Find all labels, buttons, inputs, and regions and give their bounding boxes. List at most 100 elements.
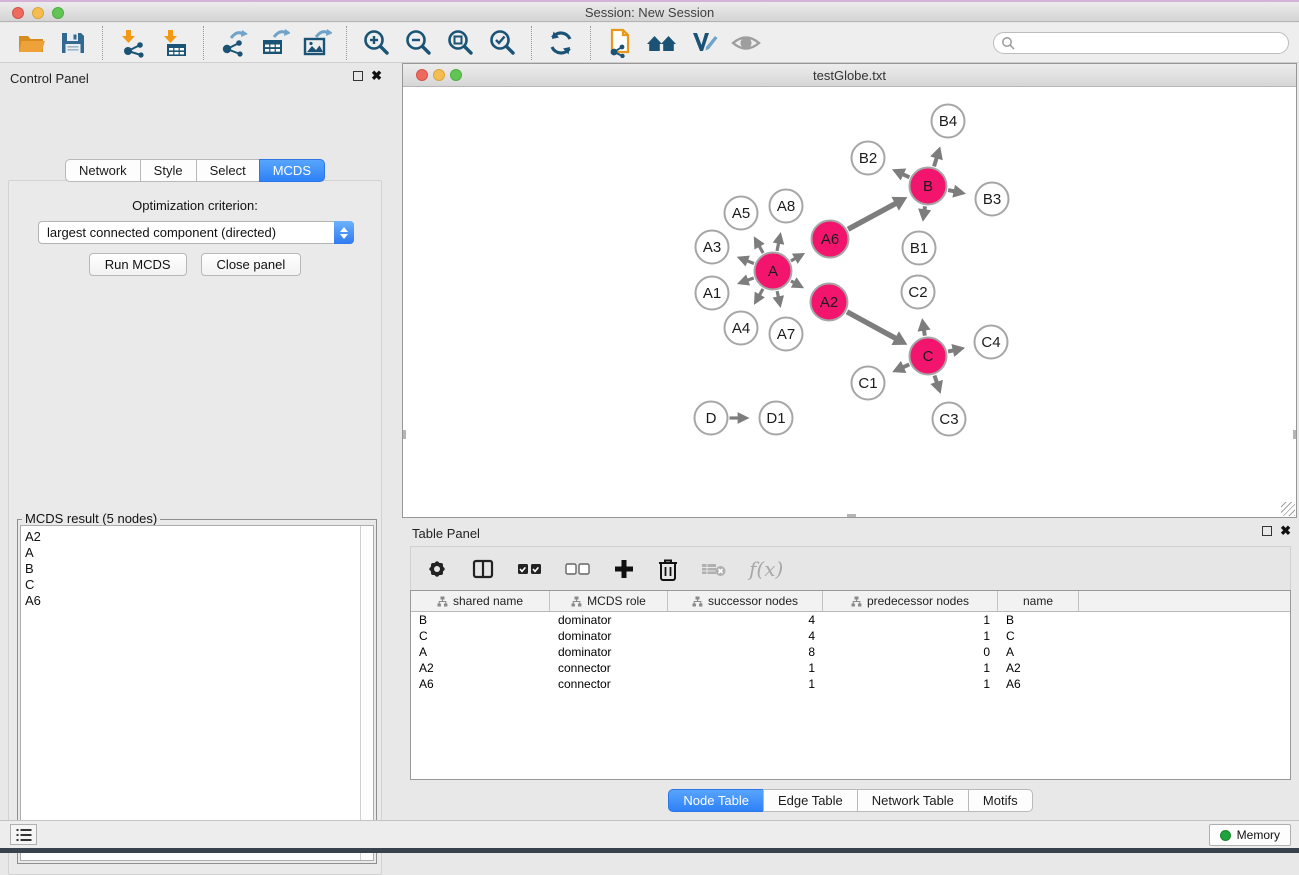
table-row[interactable]: Bdominator41B bbox=[411, 612, 1290, 628]
close-panel-button[interactable]: Close panel bbox=[201, 253, 302, 276]
table-cell[interactable]: A2 bbox=[411, 661, 550, 675]
tab-motifs[interactable]: Motifs bbox=[968, 789, 1033, 812]
table-cell[interactable]: 0 bbox=[823, 645, 998, 659]
show-hide-eye-icon[interactable] bbox=[730, 27, 762, 59]
mcds-result-list[interactable]: A2ABCA6 bbox=[20, 525, 374, 861]
close-panel-icon[interactable]: ✖ bbox=[1280, 526, 1291, 536]
window-titlebar: Session: New Session bbox=[0, 2, 1299, 22]
clone-network-icon[interactable] bbox=[604, 27, 636, 59]
network-canvas[interactable]: B4B2BB3A5A8A6A3B1AA1C2A2A4A7C4CC1C3DD1 bbox=[403, 88, 1296, 517]
scrollbar[interactable] bbox=[360, 526, 373, 860]
table-row[interactable]: A6connector11A6 bbox=[411, 676, 1290, 692]
task-history-button[interactable] bbox=[10, 824, 37, 845]
table-row[interactable]: A2connector11A2 bbox=[411, 660, 1290, 676]
zoom-out-icon[interactable] bbox=[402, 27, 434, 59]
graph-edge-A2-C[interactable] bbox=[847, 312, 897, 339]
resize-grip[interactable] bbox=[1281, 502, 1295, 516]
zoom-in-icon[interactable] bbox=[360, 27, 392, 59]
home-icon[interactable] bbox=[646, 27, 678, 59]
table-row[interactable]: Cdominator41C bbox=[411, 628, 1290, 644]
attribute-icon bbox=[437, 596, 448, 607]
graph-node-label: C bbox=[923, 348, 934, 365]
table-cell[interactable]: 8 bbox=[668, 645, 823, 659]
delete-column-icon[interactable] bbox=[657, 557, 679, 581]
table-cell[interactable]: 4 bbox=[668, 613, 823, 627]
style-edit-icon[interactable] bbox=[688, 27, 720, 59]
tab-node-table[interactable]: Node Table bbox=[668, 789, 764, 812]
graph-edge-A6-B[interactable] bbox=[848, 203, 897, 229]
column-header-name[interactable]: name bbox=[998, 591, 1079, 611]
tab-mcds[interactable]: MCDS bbox=[259, 159, 325, 182]
export-table-icon[interactable] bbox=[259, 27, 291, 59]
mcds-result-item[interactable]: A bbox=[25, 545, 373, 561]
zoom-fit-icon[interactable] bbox=[444, 27, 476, 59]
table-cell[interactable]: B bbox=[998, 613, 1079, 627]
mcds-result-item[interactable]: A2 bbox=[25, 529, 373, 545]
select-all-icon[interactable] bbox=[517, 561, 543, 577]
frame-handle[interactable] bbox=[1293, 430, 1296, 439]
frame-handle[interactable] bbox=[403, 430, 406, 439]
import-network-icon[interactable] bbox=[116, 27, 148, 59]
table-cell[interactable]: connector bbox=[550, 677, 668, 691]
network-window-titlebar[interactable]: testGlobe.txt bbox=[403, 64, 1296, 87]
float-panel-icon[interactable] bbox=[1262, 526, 1272, 536]
column-header-MCDS-role[interactable]: MCDS role bbox=[550, 591, 668, 611]
tab-network[interactable]: Network bbox=[65, 159, 141, 182]
float-panel-icon[interactable] bbox=[353, 71, 363, 81]
table-cell[interactable]: A2 bbox=[998, 661, 1079, 675]
criterion-select[interactable]: largest connected component (directed) bbox=[38, 221, 354, 244]
export-image-icon[interactable] bbox=[301, 27, 333, 59]
table-cell[interactable]: A bbox=[411, 645, 550, 659]
table-cell[interactable]: 1 bbox=[823, 629, 998, 643]
open-session-icon[interactable] bbox=[15, 27, 47, 59]
toolbar-separator bbox=[531, 26, 532, 60]
frame-handle[interactable] bbox=[847, 514, 856, 517]
zoom-selected-icon[interactable] bbox=[486, 27, 518, 59]
table-cell[interactable]: 1 bbox=[823, 613, 998, 627]
table-cell[interactable]: 4 bbox=[668, 629, 823, 643]
column-header-predecessor-nodes[interactable]: predecessor nodes bbox=[823, 591, 998, 611]
table-panel-header: Table Panel ✖ bbox=[402, 518, 1299, 544]
close-panel-icon[interactable]: ✖ bbox=[371, 71, 382, 81]
mcds-result-item[interactable]: B bbox=[25, 561, 373, 577]
import-table-icon[interactable] bbox=[158, 27, 190, 59]
memory-button[interactable]: Memory bbox=[1209, 824, 1291, 846]
table-cell[interactable]: 1 bbox=[823, 677, 998, 691]
edge-arrowhead bbox=[930, 146, 943, 160]
column-header-successor-nodes[interactable]: successor nodes bbox=[668, 591, 823, 611]
table-cell[interactable]: connector bbox=[550, 661, 668, 675]
table-cell[interactable]: C bbox=[998, 629, 1079, 643]
table-cell[interactable]: A6 bbox=[998, 677, 1079, 691]
table-cell[interactable]: dominator bbox=[550, 645, 668, 659]
search-input[interactable] bbox=[1015, 36, 1288, 50]
table-cell[interactable]: dominator bbox=[550, 629, 668, 643]
tab-style[interactable]: Style bbox=[140, 159, 197, 182]
add-column-icon[interactable] bbox=[613, 558, 635, 580]
apply-layout-icon[interactable] bbox=[545, 27, 577, 59]
save-session-icon[interactable] bbox=[57, 27, 89, 59]
function-builder-icon[interactable]: f(x) bbox=[749, 557, 783, 581]
table-settings-icon[interactable] bbox=[425, 557, 449, 581]
delete-table-icon[interactable] bbox=[701, 560, 727, 578]
table-cell[interactable]: dominator bbox=[550, 613, 668, 627]
tab-network-table[interactable]: Network Table bbox=[857, 789, 969, 812]
table-cell[interactable]: A bbox=[998, 645, 1079, 659]
tab-edge-table[interactable]: Edge Table bbox=[763, 789, 858, 812]
table-cell[interactable]: A6 bbox=[411, 677, 550, 691]
table-cell[interactable]: B bbox=[411, 613, 550, 627]
mcds-result-item[interactable]: A6 bbox=[25, 593, 373, 609]
table-row[interactable]: Adominator80A bbox=[411, 644, 1290, 660]
run-mcds-button[interactable]: Run MCDS bbox=[89, 253, 187, 276]
mcds-result-item[interactable]: C bbox=[25, 577, 373, 593]
node-table[interactable]: shared nameMCDS rolesuccessor nodesprede… bbox=[410, 590, 1291, 780]
show-columns-icon[interactable] bbox=[471, 557, 495, 581]
export-network-icon[interactable] bbox=[217, 27, 249, 59]
table-cell[interactable]: 1 bbox=[668, 661, 823, 675]
column-header-shared-name[interactable]: shared name bbox=[411, 591, 550, 611]
table-cell[interactable]: 1 bbox=[668, 677, 823, 691]
table-cell[interactable]: 1 bbox=[823, 661, 998, 675]
deselect-all-icon[interactable] bbox=[565, 561, 591, 577]
search-field[interactable] bbox=[993, 32, 1289, 54]
tab-select[interactable]: Select bbox=[196, 159, 260, 182]
table-cell[interactable]: C bbox=[411, 629, 550, 643]
